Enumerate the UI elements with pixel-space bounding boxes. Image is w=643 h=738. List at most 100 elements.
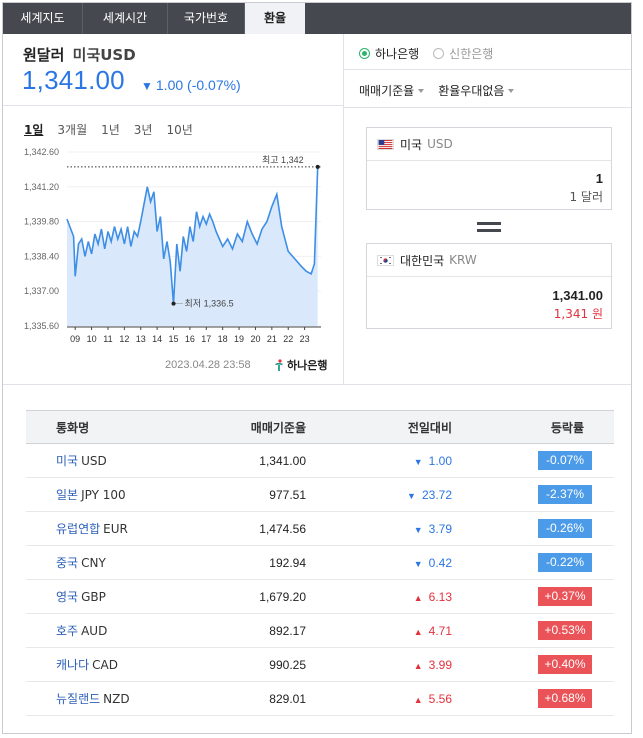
x-tick-label: 14 — [152, 334, 162, 344]
period-1d[interactable]: 1일 — [24, 121, 43, 138]
up-arrow-icon: ▲ — [413, 626, 423, 637]
period-10y[interactable]: 10년 — [166, 121, 192, 138]
tab-world-map[interactable]: 세계지도 — [3, 3, 82, 34]
max-label: 최고 1,342 — [262, 155, 304, 165]
change-rate-badge: +0.37% — [538, 587, 592, 606]
y-tick-label: 1,339.80 — [24, 217, 59, 227]
x-tick-label: 19 — [234, 334, 244, 344]
currency-name-link[interactable]: 중국 — [56, 556, 78, 570]
hana-logo-icon — [275, 359, 283, 371]
currency-code: AUD — [81, 624, 108, 638]
change-rate-badge: -2.37% — [538, 485, 592, 504]
x-tick-label: 15 — [169, 334, 179, 344]
radio-unselected-icon — [433, 48, 445, 59]
col-change: 전일대비 — [407, 420, 452, 435]
currency-name-link[interactable]: 호주 — [56, 624, 78, 638]
to-unit: 1,341 원 — [553, 307, 603, 321]
change-value: 3.99 — [428, 657, 452, 672]
divider — [343, 34, 344, 384]
from-amount-input[interactable]: 1 — [367, 171, 611, 186]
title-main: 원달러 — [23, 46, 65, 64]
change-cell: ▲ 6.13 — [306, 590, 452, 604]
tab-exchange-rate[interactable]: 환율 — [244, 3, 305, 34]
down-arrow-icon: ▼ — [407, 490, 416, 501]
period-3y[interactable]: 3년 — [134, 121, 153, 138]
exchange-widget: 세계지도 세계시간 국가번호 환율 원달러 미국USD 1,341.00 ▼ 1.… — [2, 2, 632, 734]
change-value: 0.42 — [428, 555, 452, 570]
change-rate-badge: -0.07% — [538, 451, 592, 470]
change-rate-cell: +0.53% — [452, 621, 614, 640]
change-cell: ▲ 3.99 — [306, 658, 452, 672]
equals-icon — [477, 222, 501, 236]
table-row[interactable]: 호주 AUD 892.17 ▲ 4.71 +0.53% — [26, 614, 614, 648]
currency-name-link[interactable]: 일본 — [56, 488, 78, 502]
table-header: 통화명 매매기준율 전일대비 등락률 — [26, 410, 614, 444]
change-rate-cell: -0.26% — [452, 519, 614, 538]
divider — [3, 384, 631, 385]
change-value: 1.00 (-0.07%) — [155, 77, 241, 93]
x-tick-label: 13 — [136, 334, 146, 344]
table-row[interactable]: 뉴질랜드 NZD 829.01 ▲ 5.56 +0.68% — [26, 682, 614, 716]
from-code: USD — [427, 137, 453, 151]
to-currency-header[interactable]: 대한민국 KRW — [367, 244, 611, 277]
currency-code: CNY — [81, 556, 106, 570]
currency-code: NZD — [103, 692, 130, 706]
table-row[interactable]: 유럽연합 EUR 1,474.56 ▼ 3.79 -0.26% — [26, 512, 614, 546]
kr-flag-icon — [377, 254, 394, 266]
bank-selector: 하나은행 신한은행 — [359, 45, 507, 62]
table-row[interactable]: 일본 JPY 100 977.51 ▼ 23.72 -2.37% — [26, 478, 614, 512]
to-currency-box[interactable]: 대한민국 KRW 1,341.00 1,341 원 — [366, 243, 612, 329]
change-rate-badge: -0.22% — [538, 553, 592, 572]
change-rate-cell: +0.68% — [452, 689, 614, 708]
x-tick-label: 21 — [267, 334, 277, 344]
table-row[interactable]: 영국 GBP 1,679.20 ▲ 6.13 +0.37% — [26, 580, 614, 614]
min-point — [171, 301, 176, 306]
period-3m[interactable]: 3개월 — [57, 121, 87, 138]
table-row[interactable]: 미국 USD 1,341.00 ▼ 1.00 -0.07% — [26, 444, 614, 478]
tab-country-code[interactable]: 국가번호 — [167, 3, 244, 34]
preference-dropdown[interactable]: 환율우대없음 — [438, 82, 515, 99]
change-rate-cell: -0.22% — [452, 553, 614, 572]
currency-name-link[interactable]: 뉴질랜드 — [56, 692, 100, 706]
rate-type-dropdown[interactable]: 매매기준율 — [359, 82, 425, 99]
change-value: 4.71 — [428, 623, 452, 638]
table-row[interactable]: 캐나다 CAD 990.25 ▲ 3.99 +0.40% — [26, 648, 614, 682]
y-tick-label: 1,338.40 — [24, 251, 59, 261]
period-1y[interactable]: 1년 — [101, 121, 120, 138]
y-tick-label: 1,342.60 — [24, 147, 59, 157]
x-tick-label: 11 — [103, 334, 112, 344]
radio-hana[interactable]: 하나은행 — [359, 45, 419, 62]
currency-name-link[interactable]: 캐나다 — [56, 658, 89, 672]
dropdown-label: 매매기준율 — [359, 84, 415, 98]
bank-logo-text: 하나은행 — [287, 359, 328, 372]
change-value: 23.72 — [421, 487, 452, 502]
radio-shinhan[interactable]: 신한은행 — [433, 45, 493, 62]
from-unit: 1 달러 — [569, 190, 603, 204]
change-cell: ▼ 1.00 — [306, 454, 452, 468]
change-value: 6.13 — [428, 589, 452, 604]
y-tick-label: 1,335.60 — [24, 321, 59, 331]
change-rate-cell: +0.40% — [452, 655, 614, 674]
divider — [3, 105, 343, 106]
currency-name-link[interactable]: 유럽연합 — [56, 522, 100, 536]
change-value: 5.56 — [428, 691, 452, 706]
currency-name-link[interactable]: 영국 — [56, 590, 78, 604]
table-row[interactable]: 중국 CNY 192.94 ▼ 0.42 -0.22% — [26, 546, 614, 580]
min-label: 최저 1,336.5 — [185, 299, 234, 309]
tab-world-time[interactable]: 세계시간 — [82, 3, 167, 34]
change-cell: ▼ 23.72 — [306, 488, 452, 502]
col-change-rate: 등락률 — [550, 420, 584, 435]
currency-code: GBP — [81, 590, 106, 604]
to-code: KRW — [449, 253, 477, 267]
from-currency-box[interactable]: 미국 USD 1 1 달러 — [366, 127, 612, 210]
from-currency-header[interactable]: 미국 USD — [367, 128, 611, 161]
current-rate: 1,341.00 — [22, 65, 125, 95]
up-arrow-icon: ▲ — [413, 592, 423, 603]
currency-name-link[interactable]: 미국 — [56, 454, 78, 468]
divider — [344, 69, 631, 70]
radio-label: 신한은행 — [449, 47, 494, 61]
us-flag-icon — [377, 138, 394, 150]
chevron-down-icon — [418, 88, 425, 93]
rate-chart[interactable]: 1,342.60 1,341.20 1,339.80 1,338.40 1,337.00… — [3, 143, 343, 353]
radio-label: 하나은행 — [375, 47, 420, 61]
